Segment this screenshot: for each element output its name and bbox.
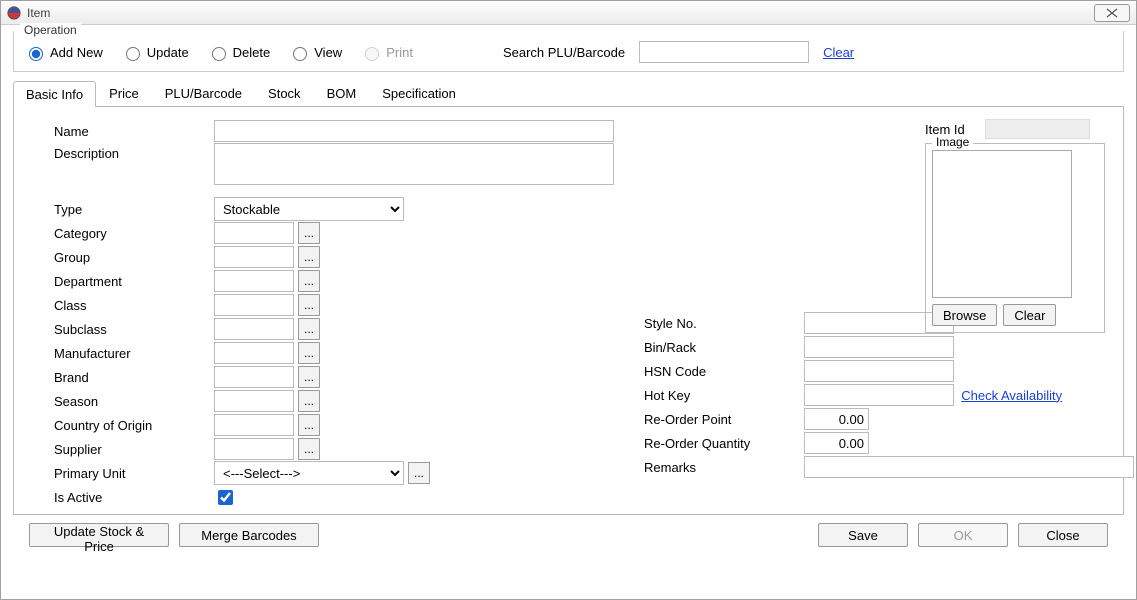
bottom-toolbar: Update Stock & Price Merge Barcodes Save… (13, 515, 1124, 555)
save-button[interactable]: Save (818, 523, 908, 547)
manufacturer-label: Manufacturer (54, 346, 214, 361)
primary-unit-lookup-button[interactable]: ... (408, 462, 430, 484)
name-input[interactable] (214, 120, 614, 142)
season-label: Season (54, 394, 214, 409)
operation-group: Operation Add New Update Delete View Pri… (13, 31, 1124, 72)
supplier-label: Supplier (54, 442, 214, 457)
department-lookup-button[interactable]: ... (298, 270, 320, 292)
tab-bom[interactable]: BOM (314, 80, 370, 106)
tab-basic-info[interactable]: Basic Info (13, 81, 96, 107)
hot-key-label: Hot Key (644, 388, 804, 403)
is-active-label: Is Active (54, 490, 214, 505)
app-icon (7, 6, 21, 20)
window-close-button[interactable] (1094, 4, 1130, 22)
is-active-checkbox[interactable] (218, 490, 233, 505)
browse-image-button[interactable]: Browse (932, 304, 997, 326)
image-legend: Image (932, 135, 973, 149)
reorder-point-label: Re-Order Point (644, 412, 804, 427)
season-lookup-button[interactable]: ... (298, 390, 320, 412)
hsn-code-input[interactable] (804, 360, 954, 382)
image-group: Image Browse Clear (925, 143, 1105, 333)
bin-rack-label: Bin/Rack (644, 340, 804, 355)
group-label: Group (54, 250, 214, 265)
search-plu-input[interactable] (639, 41, 809, 63)
supplier-lookup-button[interactable]: ... (298, 438, 320, 460)
country-input[interactable] (214, 414, 294, 436)
type-label: Type (54, 202, 214, 217)
titlebar: Item (1, 1, 1136, 25)
category-label: Category (54, 226, 214, 241)
remarks-label: Remarks (644, 460, 804, 475)
item-window: Item Operation Add New Update Delete Vie… (0, 0, 1137, 600)
subclass-label: Subclass (54, 322, 214, 337)
subclass-lookup-button[interactable]: ... (298, 318, 320, 340)
reorder-point-input[interactable] (804, 408, 869, 430)
radio-add-new[interactable]: Add New (24, 44, 103, 61)
reorder-qty-input[interactable] (804, 432, 869, 454)
tab-stock[interactable]: Stock (255, 80, 314, 106)
close-icon (1105, 8, 1119, 18)
primary-unit-select[interactable]: <---Select---> (214, 461, 404, 485)
item-id-display (985, 119, 1090, 139)
department-input[interactable] (214, 270, 294, 292)
brand-label: Brand (54, 370, 214, 385)
style-no-label: Style No. (644, 316, 804, 331)
tab-strip: Basic Info Price PLU/Barcode Stock BOM S… (13, 80, 1124, 107)
operation-radio-group: Add New Update Delete View Print (24, 44, 413, 61)
primary-unit-label: Primary Unit (54, 466, 214, 481)
season-input[interactable] (214, 390, 294, 412)
bin-rack-input[interactable] (804, 336, 954, 358)
remarks-input[interactable] (804, 456, 1134, 478)
clear-search-link[interactable]: Clear (823, 45, 854, 60)
check-availability-link[interactable]: Check Availability (961, 388, 1062, 403)
search-label: Search PLU/Barcode (503, 45, 625, 60)
class-label: Class (54, 298, 214, 313)
merge-barcodes-button[interactable]: Merge Barcodes (179, 523, 319, 547)
group-input[interactable] (214, 246, 294, 268)
clear-image-button[interactable]: Clear (1003, 304, 1056, 326)
subclass-input[interactable] (214, 318, 294, 340)
tab-panel-basic: Name Description TypeStockable Category.… (13, 107, 1124, 515)
brand-lookup-button[interactable]: ... (298, 366, 320, 388)
tab-price[interactable]: Price (96, 80, 152, 106)
tab-specification[interactable]: Specification (369, 80, 469, 106)
brand-input[interactable] (214, 366, 294, 388)
type-select[interactable]: Stockable (214, 197, 404, 221)
image-placeholder (932, 150, 1072, 298)
reorder-qty-label: Re-Order Quantity (644, 436, 804, 451)
country-lookup-button[interactable]: ... (298, 414, 320, 436)
supplier-input[interactable] (214, 438, 294, 460)
tab-plu-barcode[interactable]: PLU/Barcode (152, 80, 255, 106)
description-label: Description (54, 143, 214, 161)
radio-delete[interactable]: Delete (207, 44, 271, 61)
category-input[interactable] (214, 222, 294, 244)
hsn-code-label: HSN Code (644, 364, 804, 379)
name-label: Name (54, 124, 214, 139)
hot-key-input[interactable] (804, 384, 954, 406)
country-label: Country of Origin (54, 418, 214, 433)
manufacturer-input[interactable] (214, 342, 294, 364)
group-lookup-button[interactable]: ... (298, 246, 320, 268)
operation-legend: Operation (20, 23, 81, 37)
update-stock-price-button[interactable]: Update Stock & Price (29, 523, 169, 547)
radio-update[interactable]: Update (121, 44, 189, 61)
manufacturer-lookup-button[interactable]: ... (298, 342, 320, 364)
radio-print: Print (360, 44, 413, 61)
radio-view[interactable]: View (288, 44, 342, 61)
window-title: Item (27, 6, 1094, 20)
department-label: Department (54, 274, 214, 289)
description-input[interactable] (214, 143, 614, 185)
ok-button: OK (918, 523, 1008, 547)
close-button[interactable]: Close (1018, 523, 1108, 547)
category-lookup-button[interactable]: ... (298, 222, 320, 244)
class-input[interactable] (214, 294, 294, 316)
class-lookup-button[interactable]: ... (298, 294, 320, 316)
